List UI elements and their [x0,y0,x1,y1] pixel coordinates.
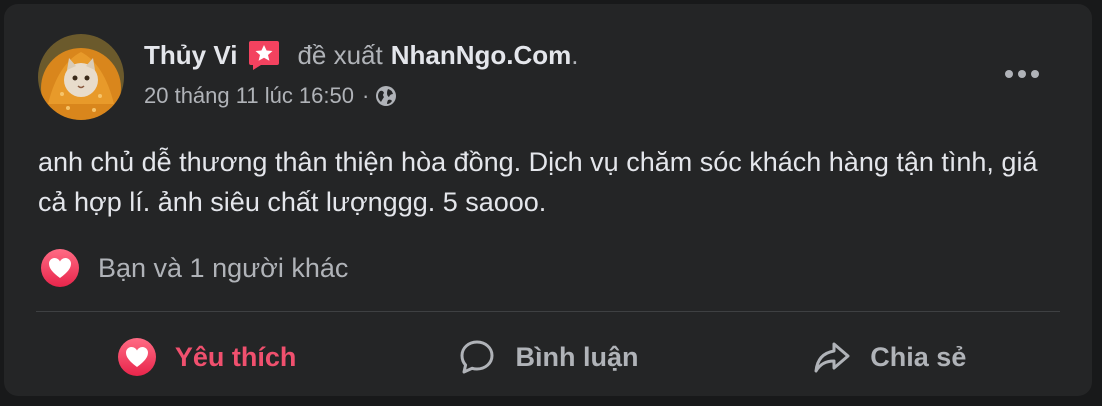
page-link[interactable]: NhanNgo.Com [391,40,572,71]
recommends-text: đề xuất [297,39,383,70]
divider [36,311,1060,312]
more-options-icon[interactable] [1000,60,1044,88]
comment-label: Bình luận [515,341,639,372]
avatar-image [38,34,124,120]
love-reaction-icon [41,249,79,287]
post-header: Thủy Vi đề xuất NhanNgo.Com . [144,38,579,72]
post-body-text: anh chủ dễ thương thân thiện hòa đồng. D… [38,147,1038,217]
heart-icon [117,338,156,376]
period-text: . [571,39,579,70]
comment-icon [460,340,494,374]
reaction-summary[interactable]: Bạn và 1 người khác [40,248,348,288]
like-label: Yêu thích [174,341,297,372]
comment-button[interactable]: Bình luận [377,324,718,390]
post-meta: 20 tháng 11 lúc 16:50 · [144,81,397,111]
post-timestamp[interactable]: 20 tháng 11 lúc 16:50 [144,83,354,109]
avatar[interactable] [38,34,124,120]
post-card: Thủy Vi đề xuất NhanNgo.Com . 20 tháng 1… [4,4,1092,396]
reaction-summary-text: Bạn và 1 người khác [98,252,349,283]
author-name[interactable]: Thủy Vi [144,40,237,71]
share-button[interactable]: Chia sẻ [719,324,1060,390]
share-label: Chia sẻ [870,341,967,372]
meta-separator: · [362,83,370,108]
globe-icon[interactable] [375,85,397,107]
share-icon [814,342,850,373]
star-badge-icon[interactable] [247,39,281,71]
action-bar: Yêu thích Bình luận Chia sẻ [36,324,1060,390]
like-button[interactable]: Yêu thích [36,324,377,390]
